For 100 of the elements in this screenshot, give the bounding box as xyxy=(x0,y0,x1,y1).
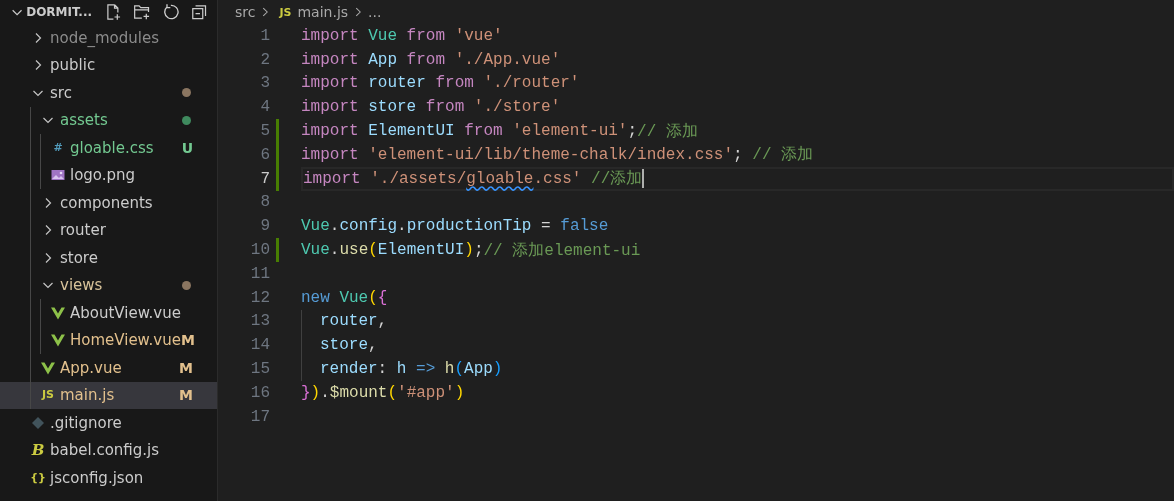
code-token: from xyxy=(405,50,446,69)
tree-item[interactable]: views xyxy=(0,271,217,299)
collapse-all-icon[interactable] xyxy=(190,2,208,22)
code-token: = xyxy=(540,217,551,236)
code-token: Vue xyxy=(338,288,369,307)
tree-item[interactable]: components xyxy=(0,189,217,217)
line-number: 4 xyxy=(259,98,270,117)
code-token: false xyxy=(559,217,609,236)
file-name: components xyxy=(60,193,154,212)
code-token: ; xyxy=(733,145,743,164)
git-status: M xyxy=(179,387,193,404)
git-status: M xyxy=(180,332,195,349)
file-type-icon: JS xyxy=(279,5,292,19)
file-name: jsconfig.json xyxy=(50,468,145,487)
code-token: Vue xyxy=(367,26,397,45)
line-number: 14 xyxy=(249,336,270,355)
file-name: App.vue xyxy=(60,358,123,377)
code-token: 'element-ui' xyxy=(511,122,628,141)
code-token: ; xyxy=(627,122,638,141)
code-token: ; xyxy=(473,241,484,260)
code-token: //添加 xyxy=(590,169,643,190)
new-folder-icon[interactable] xyxy=(132,2,151,22)
code-token: , xyxy=(377,312,388,331)
code-token: . xyxy=(329,217,340,236)
vue-icon xyxy=(50,332,66,349)
code-token: from xyxy=(463,122,503,141)
file-type-icon: JS xyxy=(42,387,54,404)
code-token: h xyxy=(443,360,455,379)
code-token: import xyxy=(301,145,359,164)
tree-item[interactable]: src xyxy=(0,79,217,107)
code-token: render xyxy=(320,360,378,379)
code-token: 'element-ui/lib/theme-chalk/index.css' xyxy=(367,145,734,164)
code-token: new xyxy=(301,288,330,307)
code-token: ( xyxy=(454,360,465,379)
tree-item[interactable]: store xyxy=(0,244,217,272)
code-token: // 添加 xyxy=(751,145,814,166)
breadcrumb-item[interactable]: src xyxy=(235,4,256,20)
code-token: from xyxy=(424,98,465,117)
new-file-icon[interactable] xyxy=(104,2,122,22)
code-token: ( xyxy=(387,383,398,402)
file-name: .gitignore xyxy=(50,413,123,432)
line-number: 12 xyxy=(249,288,270,307)
refresh-icon[interactable] xyxy=(161,2,180,22)
code-token: './router' xyxy=(482,74,580,93)
tree-item[interactable]: JS main.js M xyxy=(0,381,217,409)
file-name: views xyxy=(60,276,104,295)
code-token: import xyxy=(301,122,359,141)
tree-item[interactable]: {} jsconfig.json xyxy=(0,464,217,492)
file-name: assets xyxy=(60,111,109,130)
code-token: } xyxy=(301,383,311,402)
line-number: 15 xyxy=(249,360,270,379)
code-token: , xyxy=(368,336,378,355)
code-token: productionTip xyxy=(406,217,532,236)
file-type-icon: B xyxy=(31,442,45,459)
code-token: App xyxy=(367,50,397,69)
file-name: logo.png xyxy=(70,166,137,185)
file-type-icon: # xyxy=(53,139,63,156)
tree-item[interactable]: router xyxy=(0,216,217,244)
code-token: ) xyxy=(454,383,465,402)
tree-item[interactable]: .gitignore xyxy=(0,409,217,437)
breadcrumb-item[interactable]: ... xyxy=(368,4,382,20)
file-type-icon: {} xyxy=(30,469,46,486)
line-number: 2 xyxy=(259,50,270,69)
code-token: ( xyxy=(368,241,378,260)
line-number: 13 xyxy=(249,312,270,331)
code-token: . xyxy=(329,241,340,260)
file-name: node_modules xyxy=(50,28,160,47)
tree-item[interactable]: App.vue M xyxy=(0,354,217,382)
code-token: from xyxy=(405,26,446,45)
line-number: 1 xyxy=(259,26,270,45)
code-token: ElementUI xyxy=(377,241,465,260)
file-name: gloable.css xyxy=(70,138,155,157)
code-token: './store' xyxy=(472,98,561,117)
tree-item[interactable]: logo.png xyxy=(0,161,217,189)
code-token: ) xyxy=(310,383,321,402)
code-token: h xyxy=(395,360,407,379)
code-token: './App.vue' xyxy=(453,50,561,69)
code-token: Vue xyxy=(301,217,330,236)
tree-item[interactable]: node_modules xyxy=(0,24,217,52)
line-number: 11 xyxy=(249,264,270,283)
code-token: import xyxy=(301,74,359,93)
line-number: 3 xyxy=(259,74,270,93)
code-token: ) xyxy=(464,241,474,260)
tree-item[interactable]: B babel.config.js xyxy=(0,436,217,464)
tree-item[interactable]: public xyxy=(0,51,217,79)
breadcrumb-item[interactable]: main.js xyxy=(297,4,349,20)
line-number: 8 xyxy=(259,193,270,212)
code-token: config xyxy=(339,217,398,236)
project-title[interactable]: DORMIT... xyxy=(26,5,93,19)
tree-item[interactable]: HomeView.vueM xyxy=(0,326,217,354)
code-token: ElementUI xyxy=(367,122,455,141)
code-token: App xyxy=(464,360,493,379)
tree-item[interactable]: AboutView.vue xyxy=(0,299,217,327)
line-number: 5 xyxy=(259,122,270,141)
code-token: .css' xyxy=(533,169,582,188)
file-name: store xyxy=(60,248,99,267)
tree-item[interactable]: # gloable.css U xyxy=(0,134,217,162)
code-token: './assets/ xyxy=(369,169,467,188)
tree-item[interactable]: assets xyxy=(0,106,217,134)
text-cursor xyxy=(642,169,645,189)
